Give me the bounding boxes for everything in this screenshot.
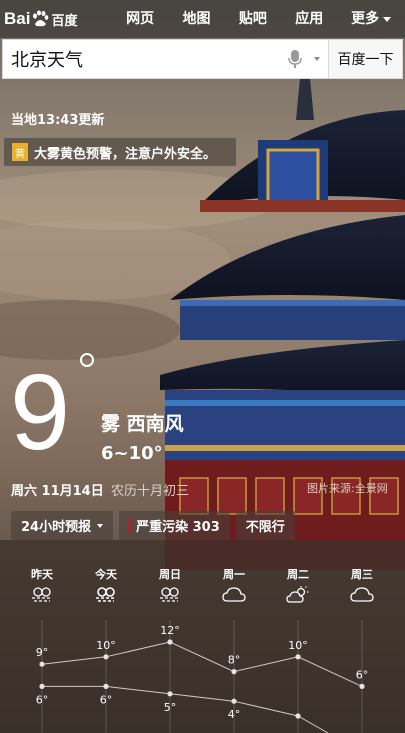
low-temp-line xyxy=(42,685,329,733)
current-temperature: 9 xyxy=(10,351,71,472)
low-temp-label: 4° xyxy=(228,708,241,721)
nav-item-web[interactable]: 网页 xyxy=(112,0,168,38)
low-temp-label: 5° xyxy=(164,701,177,714)
low-temp-label: 6° xyxy=(100,693,113,706)
high-temp-line xyxy=(41,641,363,687)
high-temp-point xyxy=(39,661,45,667)
search-bar: 北京天气 百度一下 xyxy=(2,39,403,79)
degree-symbol xyxy=(80,353,94,367)
weather-condition: 雾 西南风 xyxy=(101,413,184,435)
nav-item-more[interactable]: 更多 xyxy=(337,0,405,38)
logo-text: Bai xyxy=(4,9,31,28)
voice-dropdown-icon[interactable] xyxy=(314,57,320,61)
date: 周六 11月14日 xyxy=(11,484,104,499)
baidu-logo[interactable]: Bai 百度 xyxy=(0,0,112,38)
traffic-restriction-chip[interactable]: 不限行 xyxy=(235,511,295,540)
update-time: 当地13:43更新 xyxy=(11,113,105,128)
low-temp-point xyxy=(103,683,109,689)
lunar-date: 农历十月初三 xyxy=(111,484,190,499)
low-temp-point xyxy=(167,691,173,697)
weather-alert[interactable]: 黄 大雾黄色预警，注意户外安全。 xyxy=(4,138,236,166)
info-chips: 24小时预报 严重污染 303 不限行 xyxy=(11,511,295,540)
search-input[interactable]: 北京天气 xyxy=(2,39,329,79)
alert-message: 大雾黄色预警，注意户外安全。 xyxy=(34,146,217,162)
nav-item-map[interactable]: 地图 xyxy=(168,0,224,38)
high-temp-label: 10° xyxy=(96,639,116,652)
paw-icon xyxy=(33,10,49,27)
low-temp-point xyxy=(39,683,45,689)
high-temp-label: 9° xyxy=(36,646,49,659)
logo-cn-text: 百度 xyxy=(51,12,78,28)
high-temp-point xyxy=(167,639,173,645)
nav-links: 网页 地图 贴吧 应用 更多 xyxy=(112,0,405,38)
high-temp-point xyxy=(295,654,301,660)
temperature-chart: 9° 10° 12° 8° 10° 6° 6° 6° 5° 4° xyxy=(36,620,369,733)
forecast-24h-button[interactable]: 24小时预报 xyxy=(11,511,114,540)
pollution-indicator xyxy=(129,518,133,533)
low-temp-label: 6° xyxy=(36,693,49,706)
temperature-range: 6~10° xyxy=(101,443,163,464)
high-temp-label: 10° xyxy=(288,639,308,652)
air-quality-chip[interactable]: 严重污染 303 xyxy=(119,511,230,540)
high-temp-label: 6° xyxy=(356,668,369,681)
high-temp-point xyxy=(231,669,237,675)
high-temp-point xyxy=(359,683,365,689)
low-temp-point xyxy=(231,698,237,704)
chevron-down-icon xyxy=(97,523,104,528)
high-temp-point xyxy=(103,654,109,660)
nav-item-apps[interactable]: 应用 xyxy=(281,0,337,38)
microphone-icon[interactable] xyxy=(276,39,314,79)
search-input-value: 北京天气 xyxy=(11,50,83,71)
low-temp-point xyxy=(295,713,301,719)
nav-item-tieba[interactable]: 贴吧 xyxy=(225,0,281,38)
nav-more-label: 更多 xyxy=(351,11,380,27)
alert-badge: 黄 xyxy=(12,143,28,161)
high-temp-label: 12° xyxy=(160,624,180,637)
search-button[interactable]: 百度一下 xyxy=(329,39,403,79)
traffic-restriction-label: 不限行 xyxy=(245,520,285,535)
air-quality-label: 严重污染 303 xyxy=(136,520,220,535)
high-temp-label: 8° xyxy=(228,654,241,667)
photo-source[interactable]: 图片来源:全景网 xyxy=(307,480,388,496)
chevron-down-icon xyxy=(383,16,392,22)
forecast-24h-label: 24小时预报 xyxy=(21,520,92,535)
forecast-panel: 昨天 今天 周日 周一 周二 周三 9° 10° 12° 8° 10° 6° 6… xyxy=(0,562,405,733)
top-nav-bar: Bai 百度 网页 地图 贴吧 应用 更多 xyxy=(0,0,405,38)
